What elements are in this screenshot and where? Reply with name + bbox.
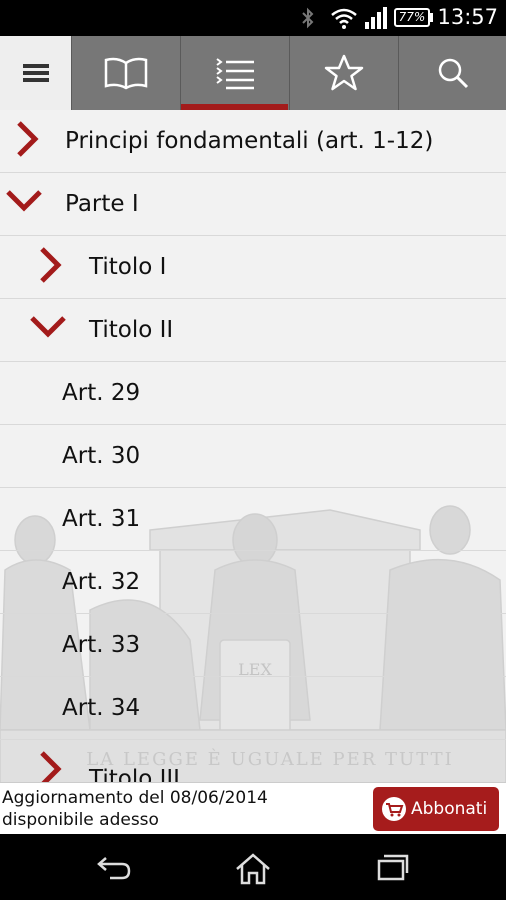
tree-item-label: Art. 32 [62,569,141,595]
book-icon [104,57,147,90]
tree-item-label: Art. 31 [62,506,141,532]
chevron-down-icon [30,316,66,338]
tree-item-label: Art. 34 [62,695,141,721]
tree-item-art-31[interactable]: Art. 31 [0,488,506,551]
chevron-right-icon [40,751,62,782]
list-icon [215,58,254,90]
signal-icon [365,7,387,29]
tree-item-art-30[interactable]: Art. 30 [0,425,506,488]
chevron-down-icon [6,190,42,212]
index-tree: LEX LA LEGGE È UGUALE PER TUTTI Principi… [0,110,506,782]
tree-item-label: Principi fondamentali (art. 1-12) [65,128,434,154]
battery-icon: 77% [394,8,430,27]
tree-item-label: Art. 29 [62,380,141,406]
tree-item-titolo-i[interactable]: Titolo I [0,236,506,299]
tab-index[interactable] [180,36,288,110]
battery-tip [430,13,433,22]
chevron-right-icon [17,121,39,157]
toolbar [0,36,506,110]
cart-icon [382,797,406,821]
wifi-icon [331,8,357,29]
search-icon [438,58,468,89]
tab-favorites[interactable] [289,36,397,110]
tree-item-label: Art. 30 [62,443,141,469]
tree-item-art-34[interactable]: Art. 34 [0,677,506,740]
tree-item-art-33[interactable]: Art. 33 [0,614,506,677]
menu-icon [22,64,49,82]
tree-item-label: Titolo III [89,766,180,782]
chevron-right-icon [40,247,62,283]
tree-item-label: Titolo I [89,254,167,280]
update-line-2: disponibile adesso [2,810,159,830]
recent-apps-icon[interactable] [376,852,410,882]
tab-search[interactable] [398,36,506,110]
system-nav-bar [0,834,506,900]
tab-book[interactable] [71,36,179,110]
tree-item-label: Parte I [65,191,139,217]
subscribe-label: Abbonati [411,799,488,819]
tree-item-titolo-iii[interactable]: Titolo III [0,740,506,782]
tree-item-art-29[interactable]: Art. 29 [0,362,506,425]
tree-item-titolo-ii[interactable]: Titolo II [0,299,506,362]
update-message: Aggiornamento del 08/06/2014 disponibile… [2,787,268,831]
tree-item-label: Titolo II [89,317,174,343]
update-banner: Aggiornamento del 08/06/2014 disponibile… [0,782,506,835]
status-bar: 77% 13:57 [0,0,506,36]
tree-item-art-32[interactable]: Art. 32 [0,551,506,614]
tree-item-principi[interactable]: Principi fondamentali (art. 1-12) [0,110,506,173]
star-icon [324,54,363,91]
back-icon[interactable] [96,852,132,882]
tree-item-label: Art. 33 [62,632,141,658]
menu-button[interactable] [0,36,71,110]
subscribe-button[interactable]: Abbonati [373,787,499,831]
tree-item-parte-i[interactable]: Parte I [0,173,506,236]
battery-level: 77% [398,10,426,24]
bluetooth-icon [302,7,314,29]
clock: 13:57 [437,5,498,29]
update-line-1: Aggiornamento del 08/06/2014 [2,788,268,808]
home-icon[interactable] [234,852,272,886]
